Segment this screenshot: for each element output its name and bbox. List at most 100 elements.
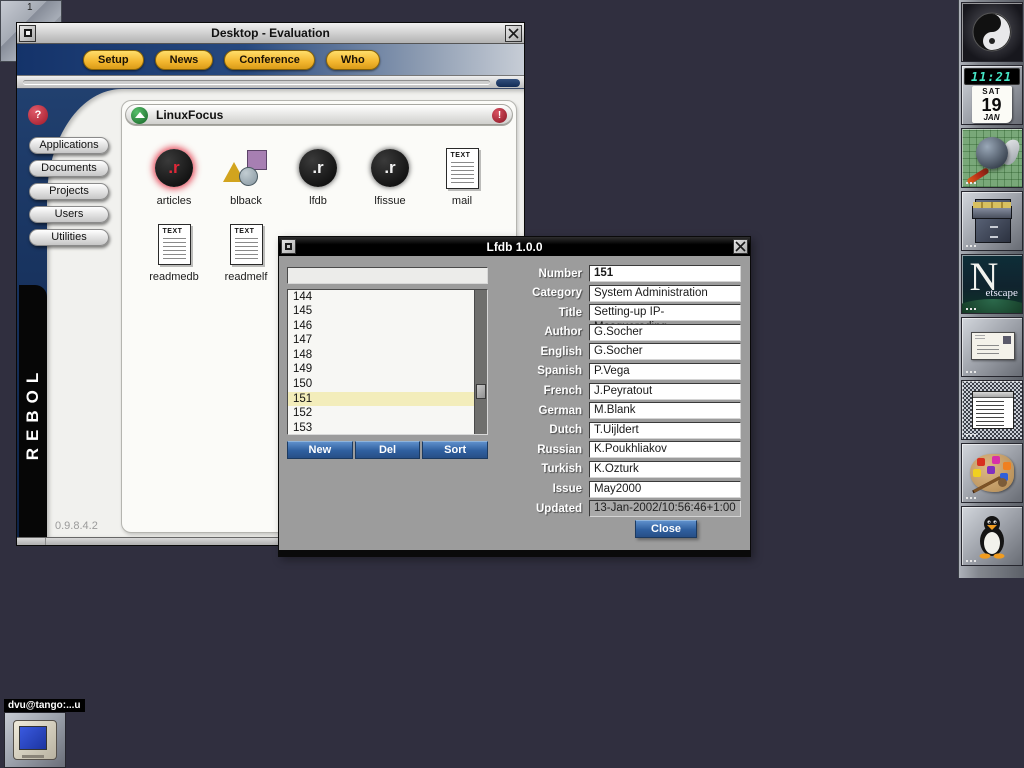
list-item[interactable]: 145 <box>288 304 474 319</box>
form-row: Title Setting-up IP-Masquerading <box>489 304 741 321</box>
panel-header[interactable]: LinuxFocus ! <box>125 104 513 126</box>
form-row: French J.Peyratout <box>489 383 741 400</box>
desktop-icon[interactable]: .r .r TEXT lfdb <box>282 145 354 207</box>
rebol-black-icon: .r <box>371 149 409 187</box>
dock-tile-mail[interactable] <box>961 317 1023 377</box>
miniaturize-button[interactable] <box>281 239 296 254</box>
grip-groove <box>23 80 490 85</box>
nav-button[interactable]: Conference <box>224 50 315 70</box>
field-value[interactable]: P.Vega <box>589 363 741 380</box>
calendar-month: JAN <box>983 114 999 122</box>
dock-tile-terminal[interactable] <box>961 380 1023 440</box>
field-value[interactable]: M.Blank <box>589 402 741 419</box>
appicon-dots <box>966 371 968 373</box>
field-value[interactable]: May2000 <box>589 481 741 498</box>
sidebar-item[interactable]: Applications <box>29 137 109 154</box>
clock-time: 11:21 <box>971 70 1012 84</box>
dock-tile-windowmaker[interactable] <box>961 2 1023 62</box>
desktop-icon[interactable]: .r .r TEXT mail <box>426 145 498 207</box>
rebol-red-icon: .r <box>155 149 193 187</box>
field-value[interactable]: K.Poukhliakov <box>589 441 741 458</box>
list-item[interactable]: 146 <box>288 319 474 334</box>
lcd-clock: 11:21 <box>964 68 1020 85</box>
field-label: Title <box>489 307 589 319</box>
record-listbox: 144145146147148149150151152153 <box>287 289 488 435</box>
field-value[interactable]: J.Peyratout <box>589 383 741 400</box>
field-value[interactable]: System Administration <box>589 285 741 302</box>
dock-tile-netscape[interactable]: N etscape <box>961 254 1023 314</box>
form-row: Updated 13-Jan-2002/10:56:46+1:00 <box>489 500 741 517</box>
desktop-icon[interactable]: .r .r TEXT readmedb <box>138 221 210 283</box>
dock-tile-palette[interactable] <box>961 443 1023 503</box>
nav-button[interactable]: Setup <box>83 50 144 70</box>
titlebar[interactable]: Desktop - Evaluation <box>17 23 524 44</box>
close-button[interactable] <box>733 239 748 254</box>
desktop-icon[interactable]: .r .r TEXT blback <box>210 145 282 207</box>
grip-cap <box>496 79 520 87</box>
field-label: Dutch <box>489 424 589 436</box>
field-value[interactable]: K.Ozturk <box>589 461 741 478</box>
scrollbar-thumb[interactable] <box>476 384 486 399</box>
list-item[interactable]: 152 <box>288 406 474 421</box>
dock-tile-penguin[interactable] <box>961 506 1023 566</box>
miniaturize-button[interactable] <box>19 25 36 42</box>
appicon-dots <box>966 245 968 247</box>
sidebar-item[interactable]: Users <box>29 206 109 223</box>
appicon-dots <box>966 434 968 436</box>
paint-orb-icon <box>976 137 1008 169</box>
icon-label: articles <box>157 195 192 207</box>
desktop-icon[interactable]: .r .r TEXT articles <box>138 145 210 207</box>
open-folder-icon[interactable] <box>131 107 148 124</box>
lfdb-body: 144145146147148149150151152153 NewDelSor… <box>279 256 750 550</box>
resize-bar[interactable] <box>279 550 750 556</box>
miniwindow-terminal[interactable] <box>4 712 66 768</box>
list-scrollbar[interactable] <box>474 290 487 434</box>
nav-button[interactable]: News <box>155 50 214 70</box>
field-value[interactable]: 13-Jan-2002/10:56:46+1:00 <box>589 500 741 517</box>
close-icon <box>735 241 746 252</box>
nav-button[interactable]: Who <box>326 50 380 70</box>
appicon-dots <box>966 308 968 310</box>
dock-tile-paint-app[interactable] <box>961 128 1023 188</box>
field-value[interactable]: 151 <box>589 265 741 282</box>
netscape-horizon <box>961 299 1023 314</box>
list-item[interactable]: 144 <box>288 290 474 305</box>
sidebar-item[interactable]: Utilities <box>29 229 109 246</box>
list-item[interactable]: 149 <box>288 362 474 377</box>
list-item[interactable]: 151 <box>288 392 474 407</box>
paint-brush-icon <box>966 167 990 185</box>
window-title: Desktop - Evaluation <box>38 26 503 40</box>
list-item[interactable]: 147 <box>288 333 474 348</box>
alert-button[interactable]: ! <box>492 108 507 123</box>
field-value[interactable]: Setting-up IP-Masquerading <box>589 304 741 321</box>
help-button[interactable]: ? <box>28 105 48 125</box>
field-label: Category <box>489 287 589 299</box>
form-row: Dutch T.Uijldert <box>489 422 741 439</box>
panel-title: LinuxFocus <box>156 108 484 122</box>
list-action-button[interactable]: Sort <box>422 441 488 459</box>
sidebar-item[interactable]: Documents <box>29 160 109 177</box>
list-item[interactable]: 150 <box>288 377 474 392</box>
field-value[interactable]: G.Socher <box>589 324 741 341</box>
list-item[interactable]: 153 <box>288 421 474 434</box>
dock-tile-file-cabinet[interactable] <box>961 191 1023 251</box>
list-action-button[interactable]: Del <box>355 441 421 459</box>
windowmaker-logo-icon <box>970 10 1014 54</box>
sidebar-item[interactable]: Projects <box>29 183 109 200</box>
list-item[interactable]: 148 <box>288 348 474 363</box>
field-value[interactable]: G.Socher <box>589 343 741 360</box>
close-button[interactable] <box>505 25 522 42</box>
dock-tile-clock[interactable]: 11:21 SAT 19 JAN <box>961 65 1023 125</box>
window-lfdb: Lfdb 1.0.0 14414514614714814915015115215… <box>278 236 751 557</box>
list-action-button[interactable]: New <box>287 441 353 459</box>
desktop-icon[interactable]: .r .r TEXT lfissue <box>354 145 426 207</box>
desktop-icon[interactable]: .r .r TEXT readmelf <box>210 221 282 283</box>
titlebar[interactable]: Lfdb 1.0.0 <box>279 237 750 256</box>
miniaturize-icon <box>285 243 292 250</box>
field-value[interactable]: T.Uijldert <box>589 422 741 439</box>
rebol-brand-strip: REBOL <box>19 285 47 537</box>
search-input[interactable] <box>287 267 488 284</box>
grip-bar[interactable] <box>17 75 524 89</box>
field-label: Turkish <box>489 463 589 475</box>
close-dialog-button[interactable]: Close <box>635 520 697 538</box>
